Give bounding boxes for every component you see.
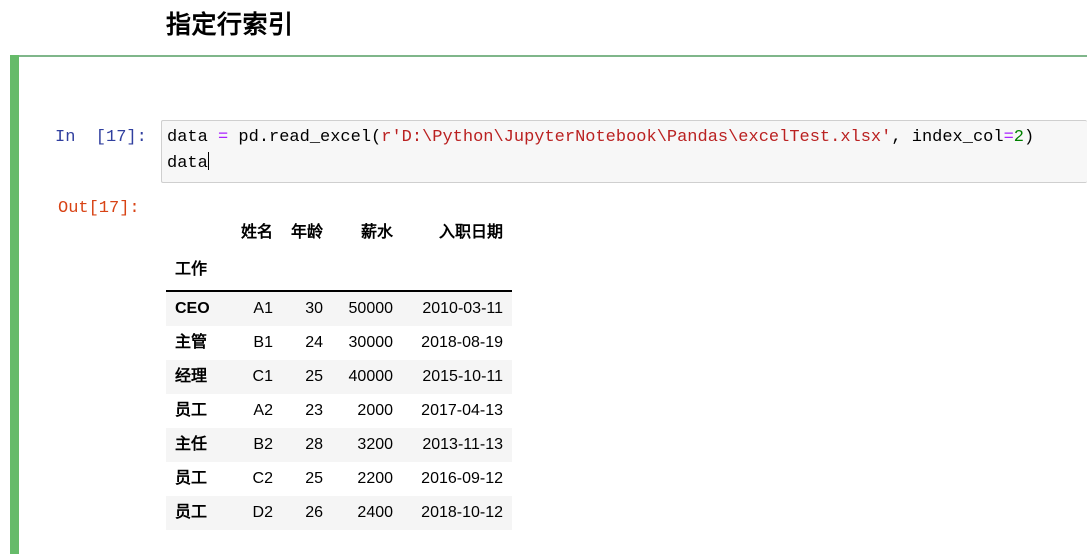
index-name-blank-1 xyxy=(282,251,333,292)
cell-selection-bar xyxy=(10,55,19,554)
table-cell: 2013-11-13 xyxy=(422,436,504,453)
code-line-2[interactable]: data xyxy=(162,151,1087,177)
table-cell: B1 xyxy=(253,334,273,351)
row-index-label: CEO xyxy=(175,300,210,317)
table-row: 主管 B1 24 30000 2018-08-19 xyxy=(166,326,513,360)
table-cell: A1 xyxy=(253,300,273,317)
dataframe-index-name-row: 工作 xyxy=(166,251,513,292)
table-cell: 30000 xyxy=(348,334,394,351)
table-cell: 2018-08-19 xyxy=(421,334,504,351)
code-token-operator-2: = xyxy=(1003,128,1014,147)
table-cell: 2018-10-12 xyxy=(421,504,504,521)
page-title: 指定行索引 xyxy=(166,11,294,39)
table-cell: 25 xyxy=(305,470,324,487)
table-cell: 50000 xyxy=(348,300,394,317)
dataframe-header-row: 姓名 年龄 薪水 入职日期 xyxy=(166,215,512,251)
table-row: 员工 D2 26 2400 2018-10-12 xyxy=(166,496,513,530)
table-row: 员工 A2 23 2000 2017-04-13 xyxy=(166,394,513,428)
text-cursor xyxy=(207,152,209,170)
table-cell: 28 xyxy=(305,436,324,453)
column-header-3: 入职日期 xyxy=(439,224,504,241)
index-name-blank-0 xyxy=(230,251,282,292)
notebook-cell[interactable]: In [17]: data = pd.read_excel(r'D:\Pytho… xyxy=(0,52,1087,554)
table-cell: C2 xyxy=(252,470,273,487)
dataframe-body: CEO A1 30 50000 2010-03-11 主管 B1 24 30000 2018-08… xyxy=(166,291,513,530)
row-index-label: 员工 xyxy=(175,504,208,521)
code-token-assign-target: data xyxy=(167,128,219,147)
table-cell: D2 xyxy=(252,504,273,521)
table-cell: 25 xyxy=(305,368,324,385)
table-row: 主任 B2 28 3200 2013-11-13 xyxy=(166,428,513,462)
row-index-label: 主管 xyxy=(175,334,208,351)
index-name-label: 工作 xyxy=(166,251,230,292)
table-row: 经理 C1 25 40000 2015-10-11 xyxy=(166,360,513,394)
header-corner-blank xyxy=(166,215,230,251)
code-token-number: 2 xyxy=(1013,128,1024,147)
input-prompt: In [17]: xyxy=(55,128,147,147)
table-cell: 2000 xyxy=(357,402,394,419)
index-name-blank-2 xyxy=(332,251,403,292)
code-token-operator: = xyxy=(218,128,229,147)
code-line-1[interactable]: data = pd.read_excel(r'D:\Python\Jupyter… xyxy=(162,121,1087,151)
table-row: 员工 C2 25 2200 2016-09-12 xyxy=(166,462,513,496)
row-index-label: 经理 xyxy=(175,368,208,385)
code-token-kwarg: , index_col xyxy=(891,128,1004,147)
code-token-string-path: r'D:\Python\JupyterNotebook\Pandas\excel… xyxy=(381,128,892,147)
table-cell: A2 xyxy=(253,402,273,419)
table-cell: 26 xyxy=(305,504,324,521)
code-input-area[interactable]: data = pd.read_excel(r'D:\Python\Jupyter… xyxy=(161,120,1087,183)
table-cell: 2015-10-11 xyxy=(422,368,504,385)
table-cell: 24 xyxy=(305,334,324,351)
code-token-close-paren: ) xyxy=(1023,128,1035,147)
output-prompt: Out[17]: xyxy=(58,199,140,218)
cell-top-divider xyxy=(19,55,1087,57)
index-name-blank-3 xyxy=(402,251,513,292)
code-token-call: pd.read_excel( xyxy=(228,128,382,147)
table-cell: 2017-04-13 xyxy=(421,402,504,419)
table-cell: 40000 xyxy=(348,368,394,385)
column-header-1: 年龄 xyxy=(291,224,324,241)
table-cell: 23 xyxy=(305,402,324,419)
table-cell: 3200 xyxy=(357,436,394,453)
column-header-0: 姓名 xyxy=(240,224,273,241)
table-cell: C1 xyxy=(252,368,273,385)
dataframe-head: 姓名 年龄 薪水 入职日期 工作 xyxy=(166,215,513,292)
code-token-expression: data xyxy=(167,154,208,173)
row-index-label: 员工 xyxy=(175,402,208,419)
row-index-label: 主任 xyxy=(175,436,208,453)
table-cell: 30 xyxy=(305,300,324,317)
column-header-2: 薪水 xyxy=(361,224,394,241)
table-cell: 2010-03-11 xyxy=(422,300,504,317)
table-row: CEO A1 30 50000 2010-03-11 xyxy=(166,291,513,326)
table-cell: 2016-09-12 xyxy=(421,470,504,487)
table-cell: B2 xyxy=(253,436,273,453)
dataframe-output: 姓名 年龄 薪水 入职日期 工作 CEO A1 30 50000 2010-03-11 主… xyxy=(166,215,513,530)
table-cell: 2200 xyxy=(357,470,394,487)
table-cell: 2400 xyxy=(357,504,394,521)
dataframe-table: 姓名 年龄 薪水 入职日期 工作 CEO A1 30 50000 2010-03-11 主… xyxy=(166,215,513,530)
row-index-label: 员工 xyxy=(175,470,208,487)
